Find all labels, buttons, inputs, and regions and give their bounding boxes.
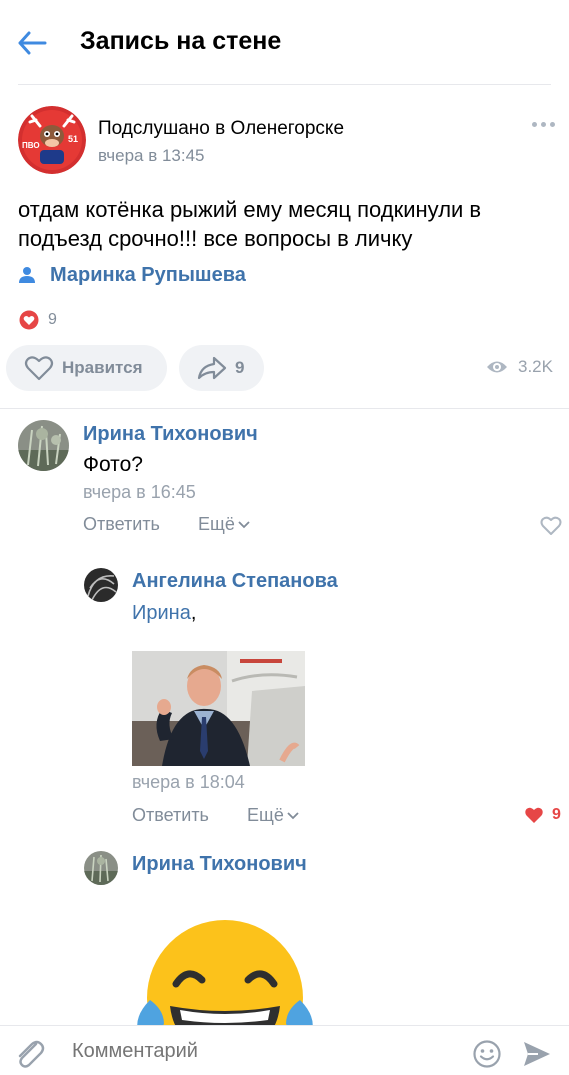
group-avatar[interactable]: ПВО 51 (18, 106, 86, 174)
heart-reaction-icon (18, 309, 40, 331)
header-divider (18, 84, 551, 85)
reply-like-button[interactable]: 9 (524, 806, 561, 824)
post-author[interactable]: Подслушано в Оленегорске (98, 118, 344, 140)
mention-suffix: , (190, 602, 197, 624)
reactions-count: 9 (48, 311, 57, 328)
reply-like-count: 9 (552, 806, 561, 823)
laughing-emoji-sticker (130, 920, 320, 1030)
reply-text: Ирина, (132, 602, 196, 625)
avatar-label-left: ПВО (22, 141, 40, 150)
reply-author[interactable]: Ангелина Степанова (132, 570, 338, 593)
reply-avatar[interactable] (84, 851, 118, 885)
post-time: вчера в 13:45 (98, 146, 205, 165)
heart-outline-icon (24, 356, 54, 381)
comment-text: Фото? (83, 453, 143, 476)
comment-avatar[interactable] (18, 420, 69, 471)
comment-like-icon[interactable] (540, 516, 562, 536)
reply-to-reply-button[interactable]: Ответить (132, 805, 209, 826)
comment-composer (0, 1025, 569, 1075)
paperclip-icon[interactable] (12, 1038, 46, 1068)
reactions-summary[interactable]: 9 (18, 309, 57, 331)
reply-author[interactable]: Ирина Тихонович (132, 853, 307, 876)
comment-time: вчера в 16:45 (83, 482, 196, 502)
user-icon (19, 267, 35, 283)
heart-filled-icon (525, 807, 543, 823)
comment-author[interactable]: Ирина Тихонович (83, 423, 258, 446)
reply-button[interactable]: Ответить (83, 514, 160, 535)
like-button[interactable]: Нравится (6, 345, 167, 391)
post-signer[interactable]: Маринка Рупышева (18, 263, 246, 287)
reply-time: вчера в 18:04 (132, 772, 245, 792)
smile-icon[interactable] (472, 1039, 502, 1069)
back-arrow-icon (18, 31, 47, 55)
more-label: Ещё (247, 805, 284, 825)
chevron-down-icon (287, 811, 299, 819)
comment-input[interactable] (72, 1040, 452, 1063)
views-count: 3.2K (518, 357, 553, 376)
share-icon (197, 356, 227, 380)
more-options-icon[interactable] (532, 118, 558, 130)
back-button[interactable] (12, 26, 52, 60)
chevron-down-icon (238, 520, 250, 528)
header: Запись на стене (0, 0, 569, 84)
reply-avatar[interactable] (84, 568, 118, 602)
mention-link[interactable]: Ирина (132, 602, 191, 624)
views-counter: 3.2K (486, 357, 553, 377)
post-text: отдам котёнка рыжий ему месяц подкинули … (18, 197, 482, 251)
comments-divider (0, 408, 569, 409)
share-count: 9 (235, 358, 245, 377)
more-label: Ещё (198, 514, 235, 534)
avatar-label-right: 51 (68, 134, 78, 144)
more-button[interactable]: Ещё (198, 514, 250, 535)
eye-icon (487, 361, 507, 373)
attached-photo[interactable] (132, 651, 305, 766)
share-button[interactable]: 9 (179, 345, 264, 391)
send-icon[interactable] (522, 1040, 552, 1068)
page-title: Запись на стене (80, 27, 282, 55)
like-label: Нравится (62, 358, 143, 377)
signer-name: Маринка Рупышева (50, 263, 246, 286)
reply-more-button[interactable]: Ещё (247, 805, 299, 826)
